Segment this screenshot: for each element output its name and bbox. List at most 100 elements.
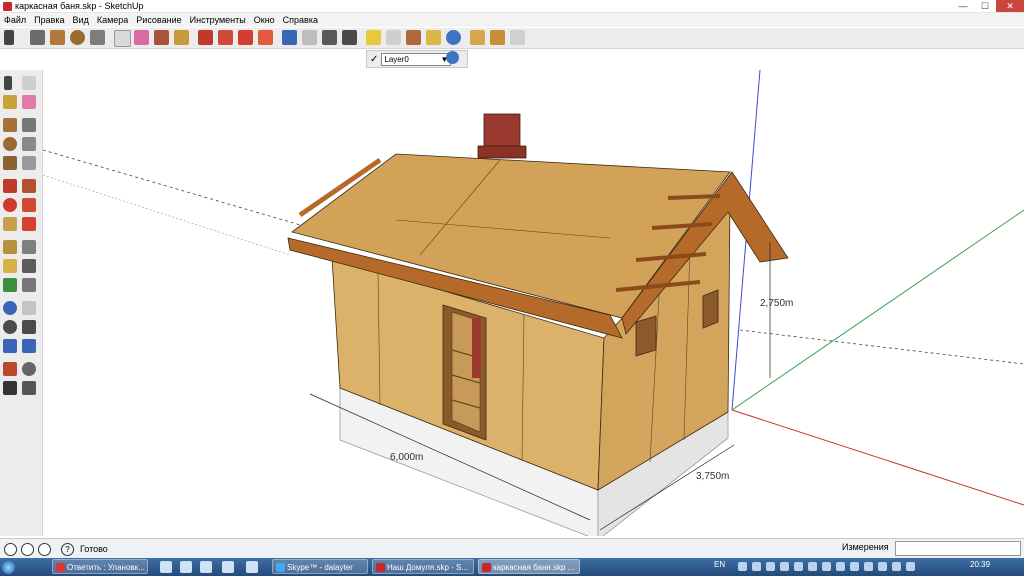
circle-icon[interactable] (70, 30, 85, 45)
offset-icon[interactable] (218, 30, 233, 45)
menu-file[interactable]: Файл (0, 15, 30, 25)
model-viewport[interactable]: 2,750m 6,000m 3,750m (43, 70, 1024, 536)
menu-help[interactable]: Справка (279, 15, 322, 25)
previous-view-icon[interactable] (22, 339, 36, 353)
axes-tool-icon[interactable] (3, 278, 17, 292)
paint-tool-icon[interactable] (3, 95, 17, 109)
push-pull-icon[interactable] (154, 30, 169, 45)
zoom-extents-tool-icon[interactable] (3, 339, 17, 353)
layer-manager-icon[interactable] (446, 51, 459, 64)
sign-in-icon[interactable] (38, 542, 51, 556)
rectangle-icon[interactable] (50, 30, 65, 45)
word-icon[interactable] (222, 561, 234, 573)
system-clock[interactable]: 20:39 (970, 560, 990, 569)
move-tool-icon[interactable] (3, 179, 17, 193)
component-options-icon[interactable] (490, 30, 505, 45)
start-button[interactable] (2, 560, 15, 574)
language-indicator[interactable]: EN (714, 560, 725, 569)
menu-draw[interactable]: Рисование (132, 15, 185, 25)
taskbar-item-sketchup-1[interactable]: Наш Домуля.skp - S... (372, 559, 474, 574)
layer-dropdown[interactable]: Layer0 ▼ (381, 52, 452, 66)
freehand-tool-icon[interactable] (22, 156, 36, 170)
eraser-tool-icon[interactable] (22, 95, 36, 109)
zoom-extents-icon[interactable] (342, 30, 357, 45)
offset-tool-icon[interactable] (22, 217, 36, 231)
paint-bucket-icon[interactable] (134, 30, 149, 45)
protractor-icon[interactable] (3, 259, 17, 273)
network-icon[interactable] (892, 562, 901, 571)
credits-icon[interactable] (21, 542, 34, 556)
layer-visible-check[interactable]: ✓ (370, 54, 378, 65)
line-tool-icon[interactable] (22, 118, 36, 132)
google-earth-icon[interactable] (446, 30, 461, 45)
get-models-icon[interactable] (366, 30, 381, 45)
extension-icon[interactable] (510, 30, 525, 45)
tray-icon[interactable] (808, 562, 817, 571)
rotate-tool-icon[interactable] (3, 198, 17, 212)
geo-location-icon[interactable] (4, 542, 17, 556)
circle-tool-icon[interactable] (3, 137, 17, 151)
dynamic-component-icon[interactable] (470, 30, 485, 45)
dimension-tool-icon[interactable] (22, 240, 36, 254)
tray-icon[interactable] (822, 562, 831, 571)
3d-text-icon[interactable] (22, 278, 36, 292)
measurements-input[interactable] (895, 541, 1021, 556)
tray-icon[interactable] (766, 562, 775, 571)
menu-camera[interactable]: Камера (93, 15, 132, 25)
tray-icon[interactable] (794, 562, 803, 571)
components-icon[interactable] (426, 30, 441, 45)
orbit-icon[interactable] (282, 30, 297, 45)
scale-tool-icon[interactable] (3, 217, 17, 231)
tray-icon[interactable] (738, 562, 747, 571)
pencil-icon[interactable] (30, 30, 45, 45)
zoom-icon[interactable] (322, 30, 337, 45)
push-pull-tool-icon[interactable] (22, 179, 36, 193)
tray-icon[interactable] (850, 562, 859, 571)
pan-tool-icon[interactable] (22, 301, 36, 315)
zoom-window-icon[interactable] (22, 320, 36, 334)
pan-icon[interactable] (302, 30, 317, 45)
close-button[interactable]: ✕ (996, 0, 1024, 12)
move-icon[interactable] (174, 30, 189, 45)
make-component-icon[interactable] (22, 76, 36, 90)
rotate-icon[interactable] (198, 30, 213, 45)
select-icon[interactable] (4, 30, 14, 45)
walk-tool-icon[interactable] (3, 381, 17, 395)
text-tool-icon[interactable] (22, 259, 36, 273)
menu-window[interactable]: Окно (250, 15, 279, 25)
tray-icon[interactable] (864, 562, 873, 571)
rectangle-tool-icon[interactable] (3, 118, 17, 132)
eraser-icon[interactable] (114, 30, 131, 47)
arc-tool-icon[interactable] (22, 137, 36, 151)
tray-icon[interactable] (752, 562, 761, 571)
taskbar-item-sketchup-2[interactable]: каркасная баня.skp ... (478, 559, 580, 574)
tray-icon[interactable] (780, 562, 789, 571)
volume-icon[interactable] (906, 562, 915, 571)
menu-edit[interactable]: Правка (30, 15, 68, 25)
select-tool-icon[interactable] (4, 76, 12, 90)
section-plane-icon[interactable] (22, 381, 36, 395)
tray-icon[interactable] (878, 562, 887, 571)
follow-me-tool-icon[interactable] (22, 198, 36, 212)
orbit-tool-icon[interactable] (3, 301, 17, 315)
warehouse-icon[interactable] (406, 30, 421, 45)
menu-view[interactable]: Вид (69, 15, 93, 25)
scale-icon[interactable] (258, 30, 273, 45)
media-icon[interactable] (180, 561, 192, 573)
arc-icon[interactable] (90, 30, 105, 45)
menu-tools[interactable]: Инструменты (186, 15, 250, 25)
ie-icon[interactable] (246, 561, 258, 573)
share-model-icon[interactable] (386, 30, 401, 45)
explorer-icon[interactable] (160, 561, 172, 573)
follow-me-icon[interactable] (238, 30, 253, 45)
position-camera-icon[interactable] (3, 362, 17, 376)
tape-measure-icon[interactable] (3, 240, 17, 254)
look-around-icon[interactable] (22, 362, 36, 376)
taskbar-item-skype[interactable]: Skype™ - dalayter (272, 559, 368, 574)
taskbar-item-browser[interactable]: Ответить : Улановк... (52, 559, 148, 574)
polygon-tool-icon[interactable] (3, 156, 17, 170)
minimize-button[interactable]: — (952, 0, 974, 12)
zoom-tool-icon[interactable] (3, 320, 17, 334)
help-icon[interactable]: ? (61, 542, 74, 556)
tray-icon[interactable] (836, 562, 845, 571)
